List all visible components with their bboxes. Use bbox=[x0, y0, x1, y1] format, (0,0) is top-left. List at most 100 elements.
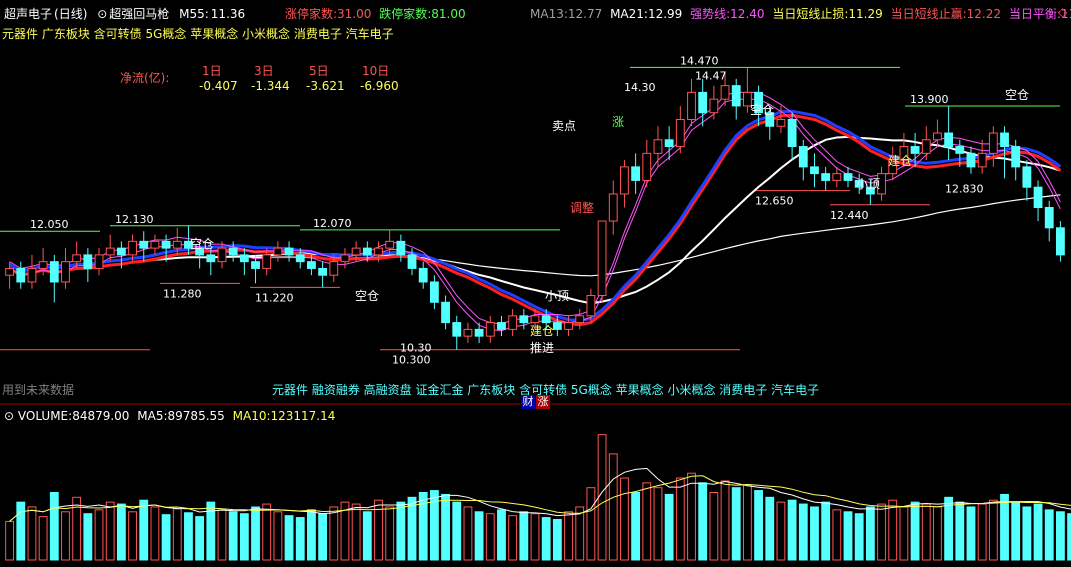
candle-down bbox=[228, 247, 238, 256]
volume-bar-down bbox=[821, 501, 831, 561]
volume-bar-down bbox=[955, 501, 965, 561]
volume-bar-down bbox=[161, 514, 171, 561]
volume-bar-down bbox=[1000, 493, 1009, 561]
candle-down bbox=[966, 152, 976, 168]
candle-down bbox=[1000, 132, 1009, 148]
volume-ma5-value: 89785.55 bbox=[167, 409, 225, 423]
candle-down bbox=[284, 247, 294, 256]
volume-bar-down bbox=[1044, 509, 1054, 561]
volume-bar-up bbox=[564, 511, 573, 561]
volume-bar-down bbox=[519, 511, 529, 561]
signal-label: 推进 bbox=[530, 341, 554, 355]
volume-bar-down bbox=[944, 496, 954, 561]
volume-bar-down bbox=[83, 513, 93, 561]
candle-up bbox=[38, 261, 48, 269]
candle-up bbox=[642, 152, 652, 181]
volume-bar-down bbox=[239, 513, 249, 561]
signal-label: 卖点 bbox=[552, 119, 576, 133]
candle-up bbox=[61, 261, 70, 283]
volume-bar-down bbox=[307, 509, 316, 561]
candle-down bbox=[307, 261, 316, 269]
volume-bar-down bbox=[698, 482, 708, 561]
candle-down bbox=[798, 146, 808, 168]
volume-bar-up bbox=[485, 513, 495, 561]
volume-bar-down bbox=[1033, 503, 1043, 561]
candle-up bbox=[385, 240, 395, 249]
price-extreme-label: 11.280 bbox=[163, 287, 202, 300]
volume-bar-down bbox=[541, 517, 551, 561]
candle-down bbox=[295, 254, 305, 263]
volume-bar-up bbox=[742, 484, 752, 561]
candle-up bbox=[687, 91, 696, 120]
volume-bar-down bbox=[1055, 511, 1065, 561]
candle-up bbox=[27, 267, 37, 283]
volume-bar-down bbox=[798, 503, 808, 561]
volume-bar-down bbox=[631, 492, 641, 561]
candle-up bbox=[351, 247, 361, 256]
volume-bar-up bbox=[530, 513, 540, 561]
limit-up-badge[interactable]: 涨 bbox=[536, 395, 550, 409]
volume-bar-up bbox=[94, 509, 104, 561]
volume-bar-down bbox=[1022, 506, 1032, 561]
volume-bar-down bbox=[452, 501, 462, 561]
volume-bar-down bbox=[910, 501, 920, 561]
candle-up bbox=[329, 261, 339, 276]
volume-bar-down bbox=[765, 496, 775, 561]
volume-bar-up bbox=[933, 506, 942, 561]
finance-badge[interactable]: 财 bbox=[521, 395, 535, 409]
volume-bar-down bbox=[396, 501, 406, 561]
candle-up bbox=[653, 139, 663, 154]
volume-bar-up bbox=[776, 501, 786, 561]
volume-bar-down bbox=[966, 506, 976, 561]
candle-up bbox=[72, 254, 82, 263]
candle-down bbox=[83, 254, 93, 269]
candle-down bbox=[631, 166, 641, 181]
volume-bar-down bbox=[418, 492, 428, 561]
volume-bar-up bbox=[385, 506, 395, 561]
volume-dropdown-icon[interactable]: ⊙ bbox=[4, 409, 14, 423]
candle-up bbox=[988, 132, 998, 154]
volume-bar-up bbox=[899, 506, 909, 561]
volume-bar-down bbox=[664, 493, 674, 561]
volume-ma10-value: 123117.14 bbox=[270, 409, 336, 423]
price-extra-label: 10.30 bbox=[400, 342, 432, 355]
volume-bar-down bbox=[318, 513, 328, 561]
volume-bar-up bbox=[61, 511, 70, 561]
candle-down bbox=[49, 261, 59, 283]
candle-down bbox=[552, 322, 562, 330]
candle-down bbox=[1022, 166, 1032, 188]
candle-down bbox=[497, 322, 506, 330]
volume-bar-up bbox=[720, 480, 730, 561]
candle-down bbox=[418, 267, 428, 283]
volume-value: 84879.00 bbox=[72, 409, 130, 423]
candle-down bbox=[1055, 227, 1065, 256]
candle-down bbox=[955, 146, 965, 154]
candle-up bbox=[933, 132, 942, 141]
price-extreme-label: 12.070 bbox=[313, 217, 352, 230]
candle-up bbox=[94, 254, 104, 269]
candle-down bbox=[407, 254, 417, 269]
volume-bar-down bbox=[787, 499, 797, 561]
candle-down bbox=[910, 146, 920, 154]
candle-down bbox=[810, 166, 819, 175]
volume-bar-down bbox=[184, 512, 193, 561]
volume-bar-down bbox=[810, 506, 819, 561]
volume-bar-up bbox=[150, 506, 160, 561]
volume-bar-down bbox=[552, 519, 562, 561]
candle-down bbox=[116, 247, 126, 256]
volume-bar-down bbox=[49, 492, 59, 561]
signal-label: 空仓 bbox=[355, 289, 379, 303]
price-chart[interactable]: 12.050 12.130 11.280 11.220 12.070 10.300 14.4… bbox=[0, 0, 1071, 567]
volume-bar-down bbox=[116, 503, 126, 561]
volume-bar-down bbox=[865, 506, 875, 561]
volume-bar-up bbox=[172, 508, 182, 561]
price-extreme-label: 12.830 bbox=[945, 182, 984, 195]
volume-bar-down bbox=[497, 509, 506, 561]
volume-bar-down bbox=[195, 516, 205, 561]
volume-bar-up bbox=[217, 509, 227, 561]
candle-up bbox=[485, 322, 495, 337]
candle-down bbox=[698, 91, 708, 114]
volume-ma5-label: MA5: bbox=[137, 409, 168, 423]
signal-label: 小顶 bbox=[545, 289, 569, 303]
volume-header: ⊙ VOLUME:84879.00 MA5:89785.55 MA10:1231… bbox=[4, 409, 335, 423]
